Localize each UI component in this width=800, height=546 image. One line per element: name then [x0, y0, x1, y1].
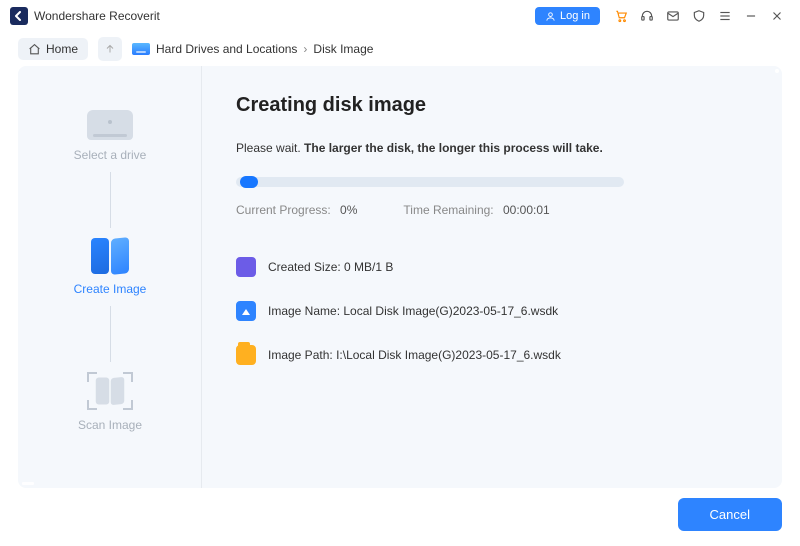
close-icon[interactable]	[766, 5, 788, 27]
menu-icon[interactable]	[714, 5, 736, 27]
footer: Cancel	[18, 492, 782, 536]
time-value: 00:00:01	[503, 203, 550, 217]
progress-value: 0%	[340, 203, 357, 217]
step-label: Select a drive	[74, 148, 147, 162]
app-logo-icon	[10, 7, 28, 25]
image-path-value: I:\Local Disk Image(G)2023-05-17_6.wsdk	[336, 348, 561, 362]
sidebar: Select a drive Create Image Scan Image	[18, 66, 202, 488]
mail-icon[interactable]	[662, 5, 684, 27]
image-path-label: Image Path:	[268, 348, 333, 362]
drive-step-icon	[87, 110, 133, 140]
step-label: Scan Image	[78, 418, 142, 432]
progress-meta: Current Progress: 0% Time Remaining: 00:…	[236, 203, 748, 217]
current-progress: Current Progress: 0%	[236, 203, 357, 217]
cart-icon[interactable]	[610, 5, 632, 27]
content: Creating disk image Please wait. The lar…	[202, 66, 782, 488]
step-select-drive: Select a drive	[50, 110, 170, 162]
storage-icon	[236, 257, 256, 277]
created-size-row: Created Size: 0 MB/1 B	[236, 257, 748, 277]
folder-icon	[236, 345, 256, 365]
headset-icon[interactable]	[636, 5, 658, 27]
time-remaining: Time Remaining: 00:00:01	[403, 203, 549, 217]
step-connector	[110, 306, 111, 362]
image-name-row: Image Name: Local Disk Image(G)2023-05-1…	[236, 301, 748, 321]
home-button[interactable]: Home	[18, 38, 88, 60]
cancel-button[interactable]: Cancel	[678, 498, 782, 531]
subtitle-bold: The larger the disk, the longer this pro…	[304, 141, 603, 155]
breadcrumb: Hard Drives and Locations › Disk Image	[132, 42, 373, 56]
breadcrumb-level1[interactable]: Hard Drives and Locations	[156, 42, 297, 56]
home-label: Home	[46, 42, 78, 56]
image-name-label: Image Name:	[268, 304, 340, 318]
step-connector	[110, 172, 111, 228]
login-button[interactable]: Log in	[535, 7, 600, 25]
created-size-label: Created Size:	[268, 260, 341, 274]
image-path-text: Image Path: I:\Local Disk Image(G)2023-0…	[268, 348, 561, 362]
toolbar: Home Hard Drives and Locations › Disk Im…	[0, 32, 800, 66]
progress-indicator	[240, 176, 258, 188]
drive-icon	[132, 43, 150, 55]
main-panel: Select a drive Create Image Scan Image C…	[18, 66, 782, 488]
minimize-icon[interactable]	[740, 5, 762, 27]
create-image-step-icon	[88, 238, 132, 274]
scan-image-step-icon	[87, 372, 133, 410]
subtitle-plain: Please wait.	[236, 141, 304, 155]
back-up-button[interactable]	[98, 37, 122, 61]
progress-label: Current Progress:	[236, 203, 331, 217]
step-label: Create Image	[74, 282, 147, 296]
image-path-row: Image Path: I:\Local Disk Image(G)2023-0…	[236, 345, 748, 365]
progress-bar	[236, 177, 624, 187]
breadcrumb-level2: Disk Image	[313, 42, 373, 56]
breadcrumb-separator: ›	[303, 42, 307, 56]
step-scan-image: Scan Image	[50, 372, 170, 432]
image-name-text: Image Name: Local Disk Image(G)2023-05-1…	[268, 304, 558, 318]
time-label: Time Remaining:	[403, 203, 493, 217]
created-size-text: Created Size: 0 MB/1 B	[268, 260, 393, 274]
app-title: Wondershare Recoverit	[34, 9, 535, 23]
step-create-image: Create Image	[50, 238, 170, 296]
login-label: Log in	[560, 10, 590, 22]
titlebar: Wondershare Recoverit Log in	[0, 0, 800, 32]
image-file-icon	[236, 301, 256, 321]
created-size-value: 0 MB/1 B	[344, 260, 393, 274]
subtitle: Please wait. The larger the disk, the lo…	[236, 141, 748, 155]
page-title: Creating disk image	[236, 94, 748, 117]
shield-icon[interactable]	[688, 5, 710, 27]
image-name-value: Local Disk Image(G)2023-05-17_6.wsdk	[343, 304, 558, 318]
